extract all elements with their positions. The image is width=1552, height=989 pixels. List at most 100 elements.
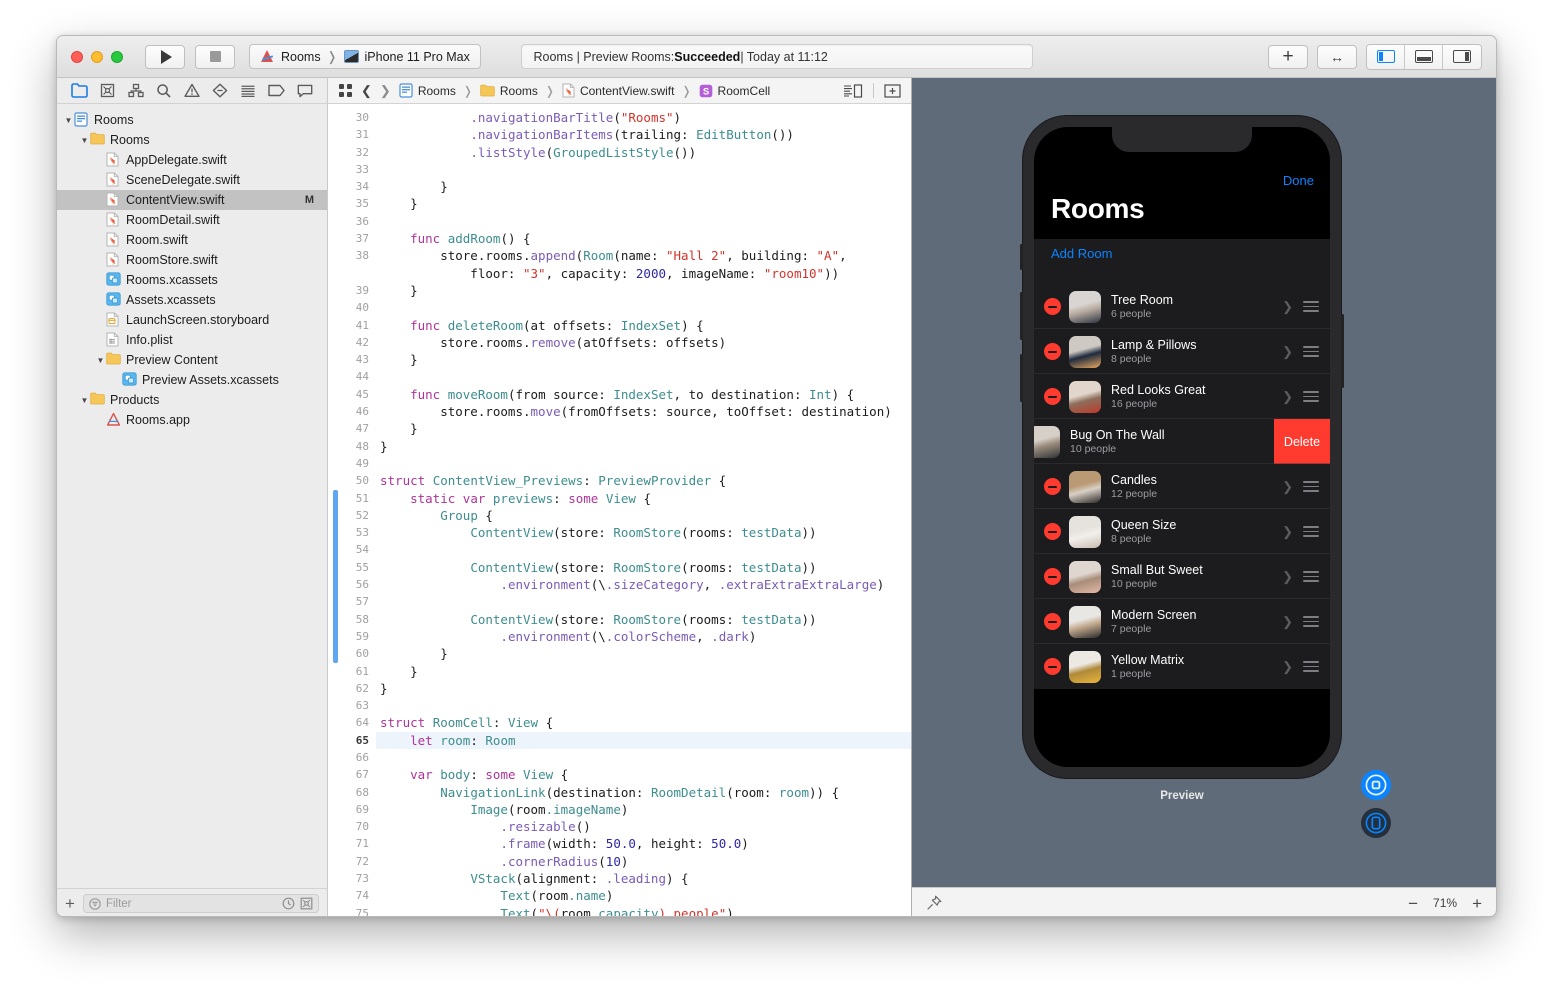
delete-minus-icon[interactable] <box>1044 568 1061 585</box>
code-line[interactable]: func addRoom() { <box>376 230 911 247</box>
code-line[interactable]: } <box>376 438 911 455</box>
room-row[interactable]: Yellow Matrix1 people❯ <box>1034 644 1330 689</box>
tree-item-room-swift[interactable]: Room.swift <box>57 230 327 250</box>
code-line[interactable]: store.rooms.append(Room(name: "Hall 2", … <box>376 247 911 264</box>
tree-item-rooms[interactable]: ▼Rooms <box>57 110 327 130</box>
code-line[interactable]: Text("\(room.capacity) people") <box>376 905 911 917</box>
delete-minus-icon[interactable] <box>1044 388 1061 405</box>
code-line[interactable]: store.rooms.remove(atOffsets: offsets) <box>376 334 911 351</box>
disclosure-triangle-open-icon[interactable]: ▼ <box>79 136 90 145</box>
debug-area-toggle[interactable] <box>1405 45 1443 69</box>
breadcrumb-item-1[interactable]: Rooms <box>500 84 538 98</box>
done-button[interactable]: Done <box>1283 173 1314 188</box>
room-row[interactable]: Tree Room6 people❯ <box>1034 284 1330 329</box>
tree-item-rooms-xcassets[interactable]: Rooms.xcassets <box>57 270 327 290</box>
code-line[interactable] <box>376 541 911 558</box>
source-control-filter-icon[interactable] <box>300 897 313 910</box>
back-button[interactable]: ❮ <box>361 83 372 99</box>
disclosure-triangle-open-icon[interactable]: ▼ <box>79 396 90 405</box>
forward-button[interactable]: ❯ <box>380 83 391 99</box>
swap-editor-button[interactable]: ↔ <box>1317 45 1357 69</box>
code-line[interactable]: struct RoomCell: View { <box>376 714 911 731</box>
code-line[interactable] <box>376 368 911 385</box>
stop-button[interactable] <box>195 45 235 69</box>
reorder-grip-icon[interactable] <box>1303 616 1319 627</box>
code-line[interactable]: store.rooms.move(fromOffsets: source, to… <box>376 403 911 420</box>
code-line[interactable]: .environment(\.colorScheme, .dark) <box>376 628 911 645</box>
code-line[interactable]: .listStyle(GroupedListStyle()) <box>376 144 911 161</box>
scheme-selector[interactable]: Rooms ❭ iPhone 11 Pro Max <box>249 44 481 69</box>
source-control-navigator-tab[interactable] <box>97 82 117 100</box>
breadcrumb-item-2[interactable]: ContentView.swift <box>580 84 675 98</box>
code-line[interactable]: } <box>376 282 911 299</box>
room-row[interactable]: Small But Sweet10 people❯ <box>1034 554 1330 599</box>
report-navigator-tab[interactable] <box>295 82 315 100</box>
find-navigator-tab[interactable] <box>154 82 174 100</box>
code-line[interactable]: ContentView(store: RoomStore(rooms: test… <box>376 611 911 628</box>
status-bar[interactable]: Rooms | Preview Rooms: Succeeded | Today… <box>521 44 1033 69</box>
tree-item-assets-xcassets[interactable]: Assets.xcassets <box>57 290 327 310</box>
code-line[interactable]: var body: some View { <box>376 766 911 783</box>
code-line[interactable]: VStack(alignment: .leading) { <box>376 870 911 887</box>
delete-minus-icon[interactable] <box>1044 478 1061 495</box>
code-line[interactable]: Text(room.name) <box>376 887 911 904</box>
tree-item-rooms[interactable]: ▼Rooms <box>57 130 327 150</box>
related-items-icon[interactable] <box>338 83 353 98</box>
tree-item-preview-content[interactable]: ▼Preview Content <box>57 350 327 370</box>
code-line[interactable]: Image(room.imageName) <box>376 801 911 818</box>
minimap-icon[interactable] <box>843 84 863 98</box>
code-line[interactable]: } <box>376 645 911 662</box>
disclosure-triangle-open-icon[interactable]: ▼ <box>63 116 74 125</box>
issue-navigator-tab[interactable] <box>182 82 202 100</box>
tree-item-contentview-swift[interactable]: ContentView.swiftM <box>57 190 327 210</box>
tree-item-info-plist[interactable]: Info.plist <box>57 330 327 350</box>
room-row[interactable]: Candles12 people❯ <box>1034 464 1330 509</box>
add-editor-icon[interactable] <box>884 84 901 98</box>
source-code[interactable]: .navigationBarTitle("Rooms") .navigation… <box>376 104 911 917</box>
filter-input[interactable]: Filter <box>83 894 319 913</box>
code-line[interactable]: floor: "3", capacity: 2000, imageName: "… <box>376 265 911 282</box>
run-button[interactable] <box>145 45 185 69</box>
rooms-list[interactable]: Tree Room6 people❯Lamp & Pillows8 people… <box>1034 284 1330 767</box>
tree-item-appdelegate-swift[interactable]: AppDelegate.swift <box>57 150 327 170</box>
breadcrumb-item-0[interactable]: Rooms <box>418 84 456 98</box>
code-line[interactable]: .cornerRadius(10) <box>376 853 911 870</box>
code-line[interactable] <box>376 697 911 714</box>
symbol-navigator-tab[interactable] <box>126 82 146 100</box>
code-line[interactable] <box>376 455 911 472</box>
code-line[interactable]: } <box>376 420 911 437</box>
code-line[interactable]: NavigationLink(destination: RoomDetail(r… <box>376 784 911 801</box>
zoom-button[interactable] <box>111 51 123 63</box>
code-line[interactable]: Group { <box>376 507 911 524</box>
delete-button[interactable]: Delete <box>1274 419 1330 464</box>
room-row[interactable]: Queen Size8 people❯ <box>1034 509 1330 554</box>
code-line[interactable] <box>376 299 911 316</box>
reorder-grip-icon[interactable] <box>1303 571 1319 582</box>
debug-navigator-tab[interactable] <box>238 82 258 100</box>
tree-item-rooms-app[interactable]: Rooms.app <box>57 410 327 430</box>
device-settings-button[interactable] <box>1361 808 1391 838</box>
delete-minus-icon[interactable] <box>1044 658 1061 675</box>
reorder-grip-icon[interactable] <box>1303 661 1319 672</box>
reorder-grip-icon[interactable] <box>1303 346 1319 357</box>
code-line[interactable]: } <box>376 178 911 195</box>
code-line[interactable]: } <box>376 663 911 680</box>
recent-icon[interactable] <box>282 897 295 910</box>
code-line[interactable]: .resizable() <box>376 818 911 835</box>
delete-minus-icon[interactable] <box>1044 523 1061 540</box>
code-line[interactable]: struct ContentView_Previews: PreviewProv… <box>376 472 911 489</box>
code-line[interactable]: .frame(width: 50.0, height: 50.0) <box>376 835 911 852</box>
tree-item-products[interactable]: ▼Products <box>57 390 327 410</box>
code-line[interactable]: ContentView(store: RoomStore(rooms: test… <box>376 559 911 576</box>
delete-minus-icon[interactable] <box>1044 343 1061 360</box>
delete-minus-icon[interactable] <box>1044 298 1061 315</box>
code-line[interactable] <box>376 213 911 230</box>
delete-minus-icon[interactable] <box>1044 613 1061 630</box>
pin-icon[interactable] <box>926 895 942 911</box>
reorder-grip-icon[interactable] <box>1303 301 1319 312</box>
inspector-toggle[interactable] <box>1443 45 1481 69</box>
breakpoint-navigator-tab[interactable] <box>267 82 287 100</box>
reorder-grip-icon[interactable] <box>1303 526 1319 537</box>
code-line[interactable]: static var previews: some View { <box>376 490 911 507</box>
navigator-toggle[interactable] <box>1367 45 1405 69</box>
